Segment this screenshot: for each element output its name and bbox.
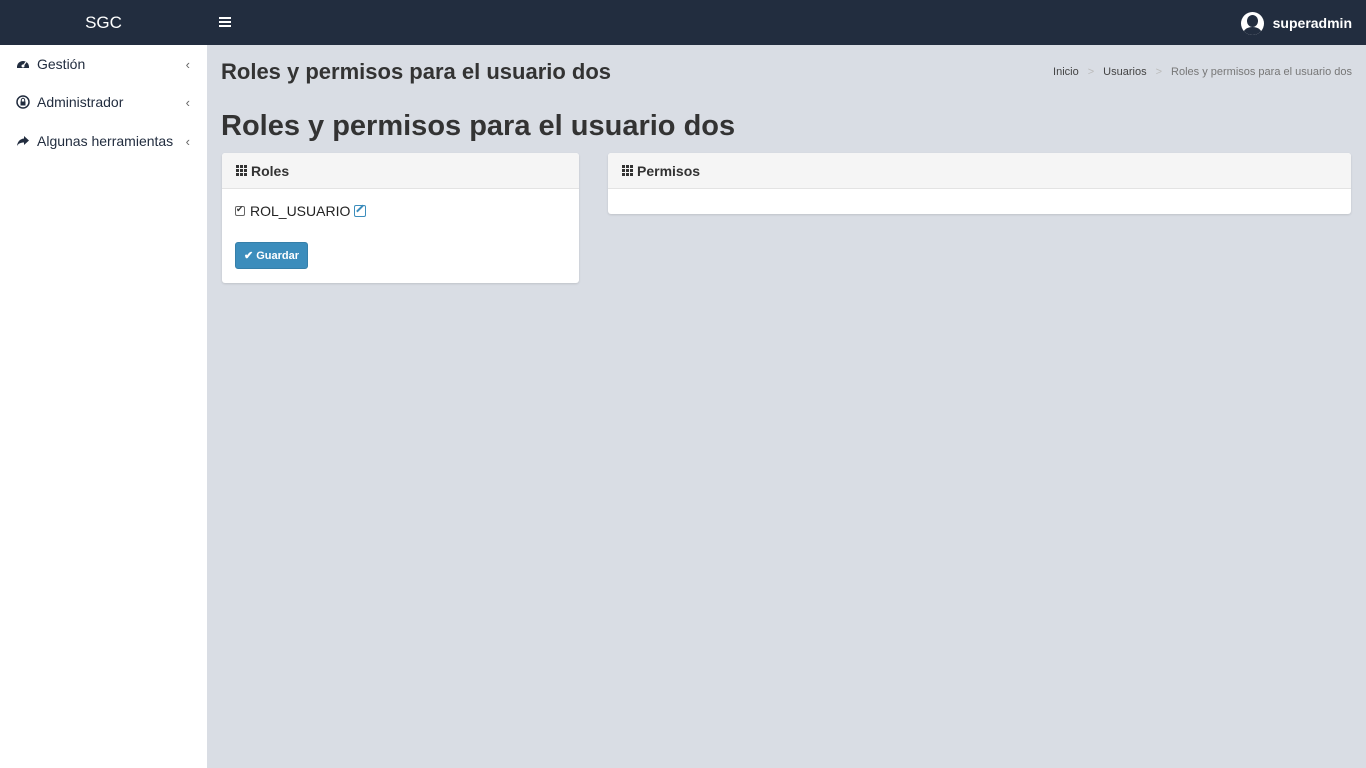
breadcrumb-current: Roles y permisos para el usuario dos xyxy=(1171,66,1352,78)
permissions-panel-heading: Permisos xyxy=(608,153,1351,189)
permissions-panel-title: Permisos xyxy=(637,162,701,179)
sidebar-item-label: Algunas herramientas xyxy=(37,133,174,149)
save-button-label: Guardar xyxy=(256,249,299,262)
sidebar: Gestión ‹ Administrador ‹ Algunas herram… xyxy=(0,45,207,768)
sidebar-item-herramientas[interactable]: Algunas herramientas ‹ xyxy=(0,122,207,160)
breadcrumb: Inicio > Usuarios > Roles y permisos par… xyxy=(1053,66,1352,78)
username: superadmin xyxy=(1272,15,1352,31)
share-icon xyxy=(16,134,30,148)
sidebar-item-administrador[interactable]: Administrador ‹ xyxy=(0,83,207,121)
check-icon: ✔ xyxy=(243,250,254,262)
chevron-left-icon: ‹ xyxy=(185,133,190,149)
top-navbar: SGC superadmin xyxy=(0,0,1366,45)
breadcrumb-separator: > xyxy=(1155,66,1163,78)
chevron-left-icon: ‹ xyxy=(185,56,190,72)
user-avatar-icon xyxy=(1240,11,1264,35)
role-label: ROL_USUARIO xyxy=(250,203,351,219)
roles-panel: Roles ROL_USUARIO ✔ Guardar xyxy=(222,153,579,283)
th-icon xyxy=(622,165,633,176)
roles-panel-heading: Roles xyxy=(222,153,579,189)
dashboard-icon xyxy=(16,57,30,71)
role-checkbox[interactable] xyxy=(235,204,245,216)
page-title: Roles y permisos para el usuario dos xyxy=(221,59,612,84)
content-title: Roles y permisos para el usuario dos xyxy=(221,110,736,142)
permissions-panel: Permisos xyxy=(608,153,1351,214)
user-menu[interactable]: superadmin xyxy=(1240,11,1352,35)
brand-logo[interactable]: SGC xyxy=(0,0,207,45)
th-icon xyxy=(236,165,247,176)
sidebar-item-gestion[interactable]: Gestión ‹ xyxy=(0,45,207,83)
edit-icon[interactable] xyxy=(354,205,367,217)
role-row: ROL_USUARIO xyxy=(235,203,367,219)
save-button[interactable]: ✔ Guardar xyxy=(235,242,308,269)
sidebar-toggle-icon[interactable] xyxy=(219,14,233,30)
breadcrumb-home-link[interactable]: Inicio xyxy=(1053,66,1079,78)
sidebar-item-label: Administrador xyxy=(37,94,124,110)
chevron-left-icon: ‹ xyxy=(185,94,190,110)
breadcrumb-separator: > xyxy=(1087,66,1095,78)
roles-panel-title: Roles xyxy=(251,162,290,179)
lock-icon xyxy=(16,95,30,109)
sidebar-item-label: Gestión xyxy=(37,56,86,72)
breadcrumb-users-link[interactable]: Usuarios xyxy=(1103,66,1146,78)
